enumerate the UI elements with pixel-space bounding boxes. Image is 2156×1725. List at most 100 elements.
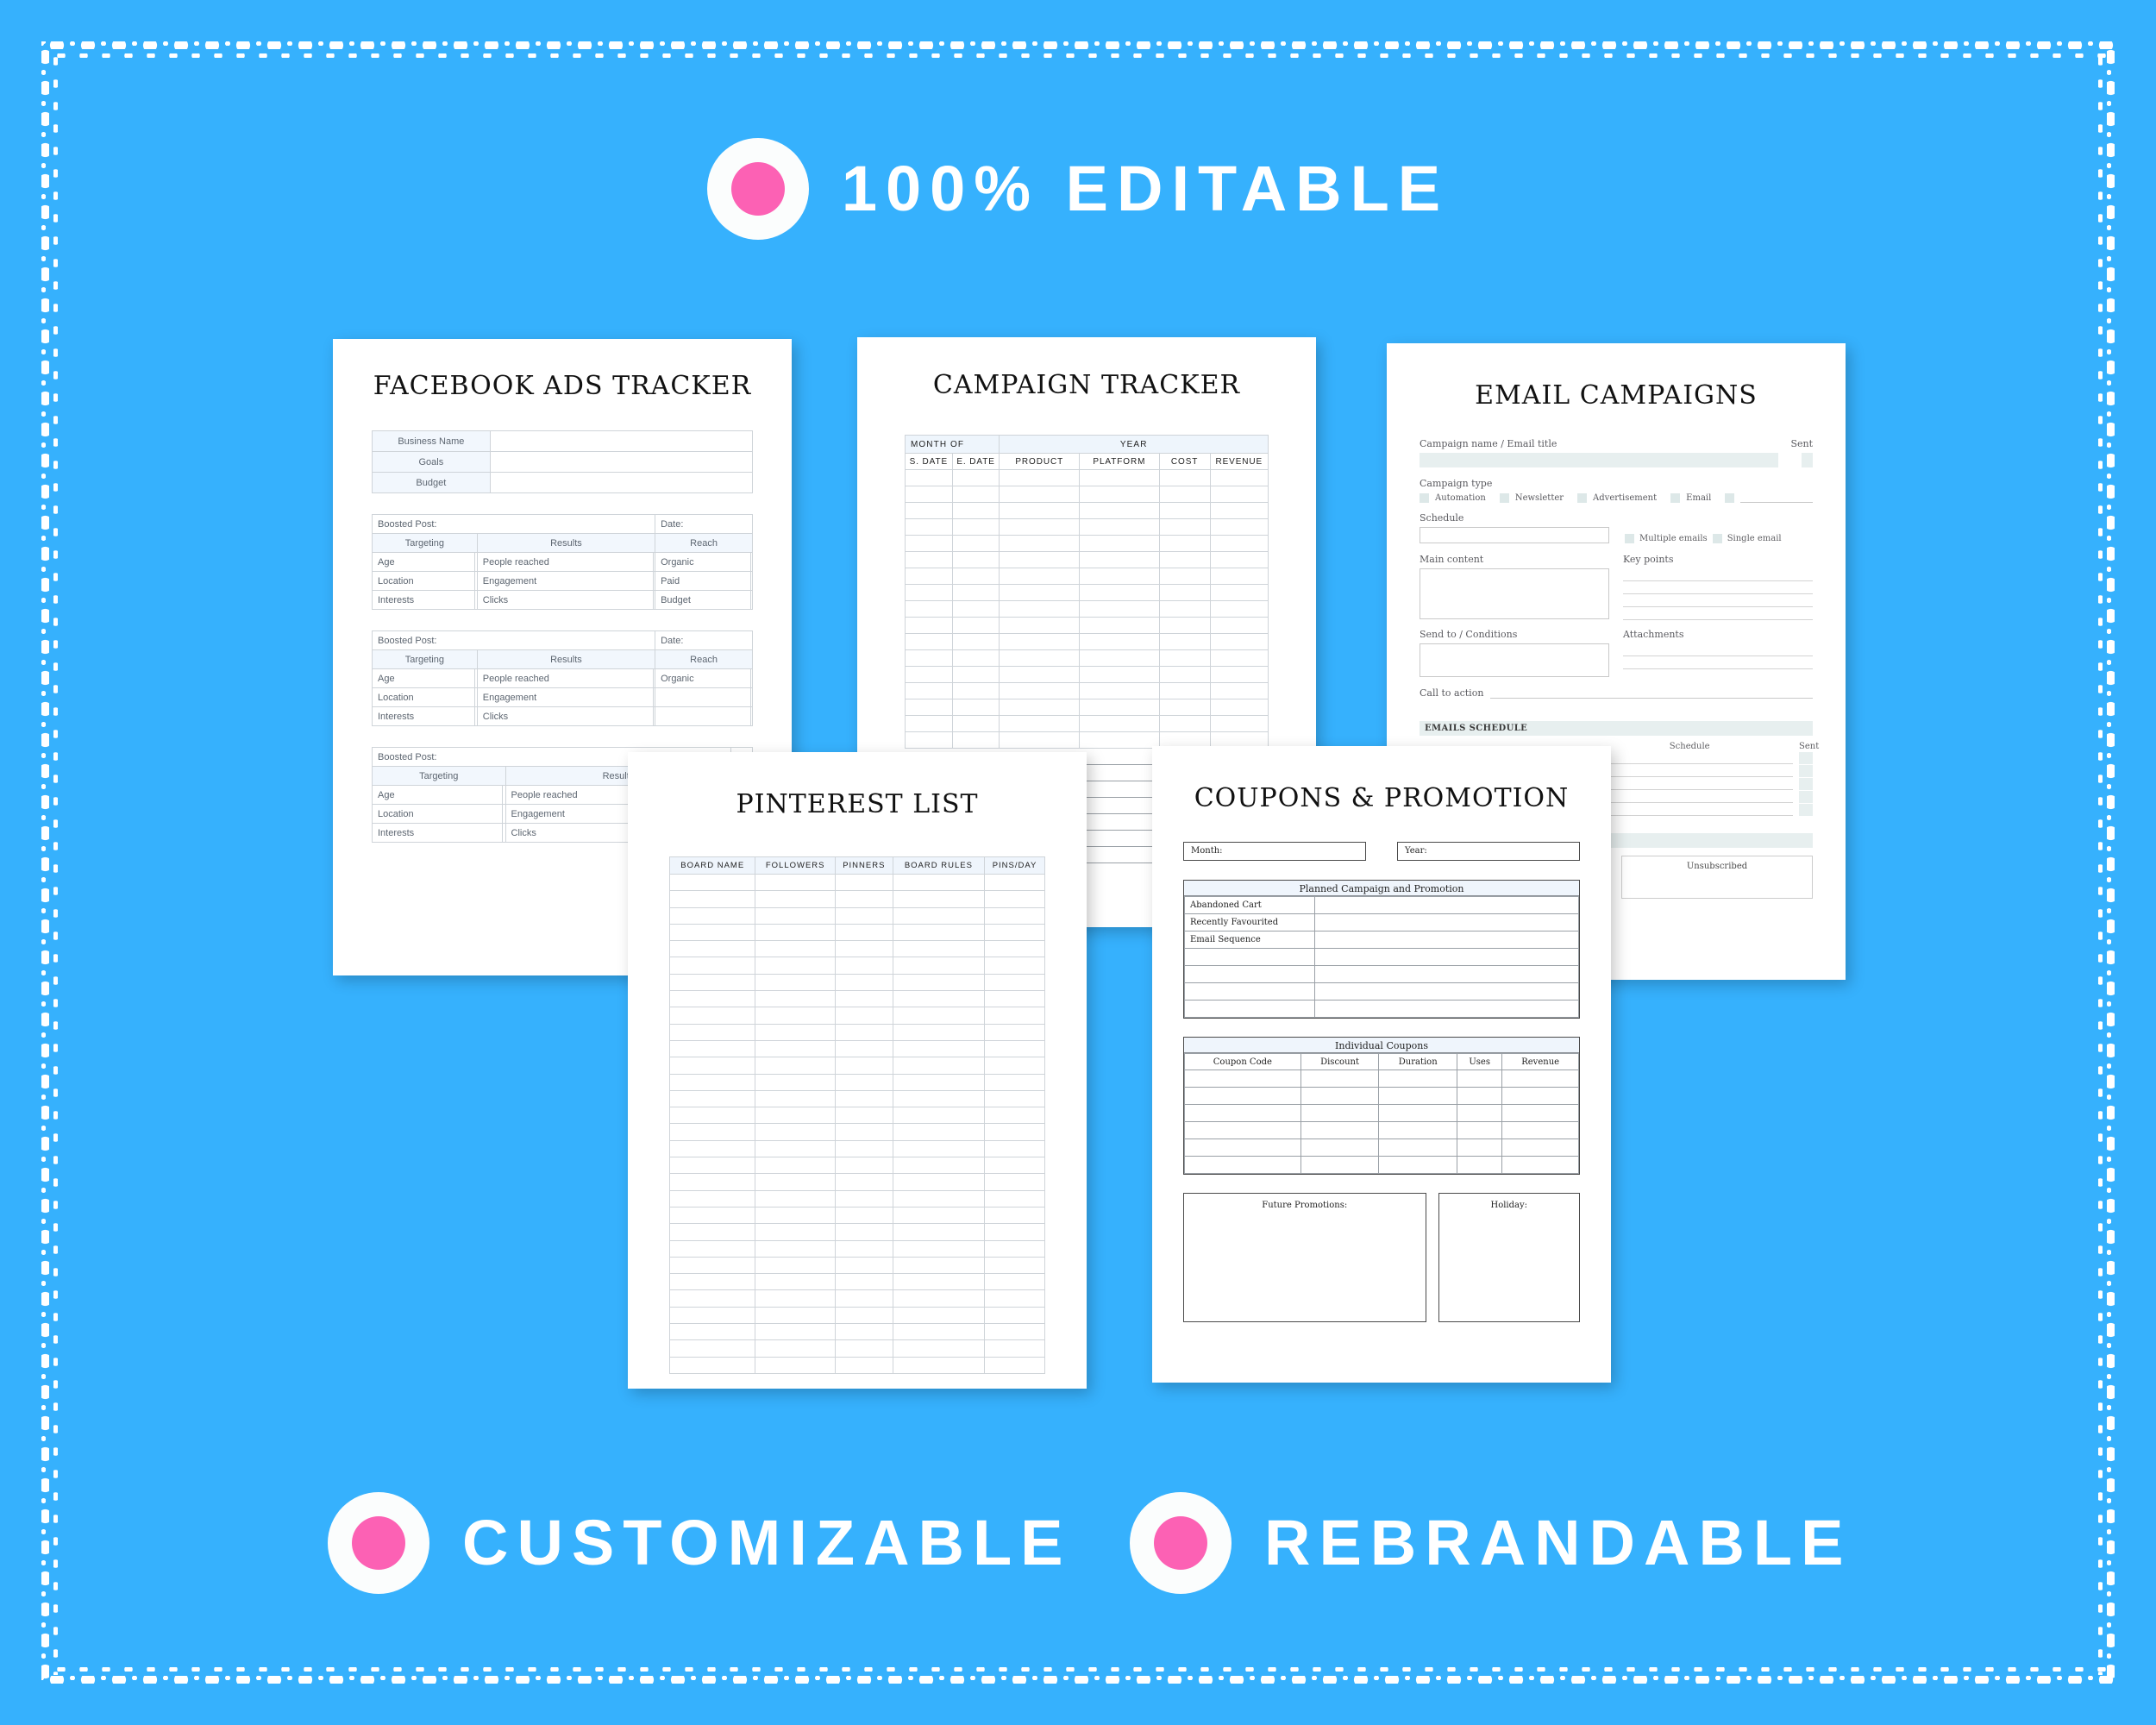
cell-pinners[interactable] [834,990,893,1008]
table-row[interactable] [668,1323,1045,1341]
cell-uses[interactable] [1457,1104,1503,1122]
cell-followers[interactable] [755,906,836,925]
cell-pinners[interactable] [834,957,893,975]
cell-pins-day[interactable] [984,1206,1045,1225]
cell-revenue[interactable] [1501,1070,1579,1088]
cell-pins-day[interactable] [984,923,1045,942]
cell-followers[interactable] [755,1356,836,1374]
cell-pins-day[interactable] [984,973,1045,992]
cell-s-date[interactable] [905,518,953,536]
cell-s-date[interactable] [905,666,953,683]
cell-board-name[interactable] [668,1239,756,1258]
cell-pins-day[interactable] [984,1323,1045,1341]
cell-s-date[interactable] [905,633,953,650]
cell-discount[interactable] [1300,1070,1380,1088]
cell-revenue[interactable] [1209,649,1269,667]
cell-platform[interactable] [1079,486,1160,503]
main-content-textarea[interactable] [1420,568,1609,619]
cell-pinners[interactable] [834,1306,893,1325]
table-row[interactable] [905,633,1269,650]
cell-cost[interactable] [1158,682,1211,699]
cell-revenue[interactable] [1209,568,1269,585]
cell-s-date[interactable] [905,682,953,699]
cell-board-rules[interactable] [892,890,986,908]
cell-pins-day[interactable] [984,873,1045,892]
key-points-lines[interactable] [1623,568,1813,620]
table-row[interactable] [668,890,1045,908]
table-row[interactable] [668,1073,1045,1091]
table-row[interactable] [668,1273,1045,1291]
attachment-line[interactable] [1623,656,1813,669]
cell-board-rules[interactable] [892,923,986,942]
cell-followers[interactable] [755,1023,836,1041]
cell-board-name[interactable] [668,1107,756,1125]
cell-cost[interactable] [1158,518,1211,536]
cell-platform[interactable] [1079,633,1160,650]
cell-board-rules[interactable] [892,1339,986,1358]
cell-pins-day[interactable] [984,1306,1045,1325]
cell-e-date[interactable] [951,518,1000,536]
other-type-input[interactable] [1740,492,1813,503]
cell-followers[interactable] [755,890,836,908]
table-row[interactable] [668,1306,1045,1325]
cell-cost[interactable] [1158,617,1211,634]
cell-duration[interactable] [1378,1121,1458,1139]
cell-product[interactable] [999,682,1081,699]
cell-board-rules[interactable] [892,1089,986,1108]
cell-uses[interactable] [1457,1121,1503,1139]
planned-row-value[interactable] [1313,913,1580,932]
cell-e-date[interactable] [951,649,1000,667]
cell-product[interactable] [999,568,1081,585]
cell-board-rules[interactable] [892,940,986,958]
cell-coupon-code[interactable] [1184,1138,1301,1157]
cell-s-date[interactable] [905,551,953,568]
cell-platform[interactable] [1079,617,1160,634]
cell-board-rules[interactable] [892,1206,986,1225]
table-row[interactable] [1184,1156,1579,1174]
cell-s-date[interactable] [905,600,953,618]
cell-board-name[interactable] [668,1356,756,1374]
cell-pins-day[interactable] [984,1057,1045,1075]
table-row[interactable] [905,600,1269,618]
cell-discount[interactable] [1300,1087,1380,1105]
planned-row-value[interactable] [1313,982,1580,1000]
campaign-name-input[interactable] [1420,453,1778,467]
cell-product[interactable] [999,617,1081,634]
schedule-sent-checkbox[interactable] [1799,791,1813,803]
table-row[interactable] [1184,1000,1580,1018]
unsubscribed-box[interactable]: Unsubscribed [1621,856,1813,899]
cell-pinners[interactable] [834,1139,893,1158]
cell-board-rules[interactable] [892,1239,986,1258]
cell-pins-day[interactable] [984,906,1045,925]
cell-pinners[interactable] [834,973,893,992]
table-row[interactable]: Goals [372,451,754,473]
cell-pins-day[interactable] [984,1073,1045,1091]
cell-board-name[interactable] [668,873,756,892]
cell-followers[interactable] [755,1073,836,1091]
cell-e-date[interactable] [951,699,1000,716]
cell-board-rules[interactable] [892,1173,986,1191]
cell-duration[interactable] [1378,1104,1458,1122]
call-to-action-input[interactable] [1490,688,1813,699]
cell-s-date[interactable] [905,502,953,519]
cell-pins-day[interactable] [984,1007,1045,1025]
cell-s-date[interactable] [905,731,953,749]
cell-s-date[interactable] [905,649,953,667]
table-row[interactable] [668,957,1045,975]
cell-platform[interactable] [1079,535,1160,552]
cell-s-date[interactable] [905,469,953,486]
cell-board-name[interactable] [668,990,756,1008]
cell-board-rules[interactable] [892,1057,986,1075]
cell-coupon-code[interactable] [1184,1087,1301,1105]
cell-duration[interactable] [1378,1070,1458,1088]
cell-cost[interactable] [1158,469,1211,486]
table-row[interactable] [668,873,1045,892]
cell-coupon-code[interactable] [1184,1156,1301,1174]
table-row[interactable] [905,535,1269,552]
cell-cost[interactable] [1158,699,1211,716]
cell-revenue[interactable] [1209,617,1269,634]
cell-platform[interactable] [1079,469,1160,486]
table-row[interactable]: Location Engagement Paid [371,571,754,591]
cell-e-date[interactable] [951,584,1000,601]
cell-pins-day[interactable] [984,1039,1045,1058]
